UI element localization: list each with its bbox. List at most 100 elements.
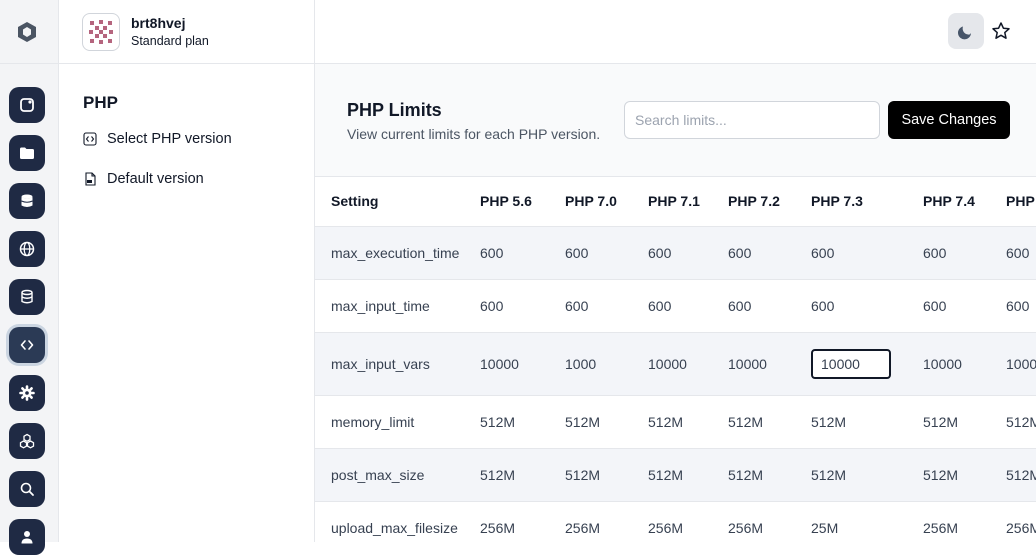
table-cell[interactable]: 512M [1006, 448, 1036, 502]
table-cell[interactable]: 512M [923, 395, 1006, 449]
storage-icon [21, 289, 33, 304]
page-header: PHP Limits View current limits for each … [315, 64, 1036, 177]
table-cell[interactable]: 600 [648, 226, 728, 280]
table-row: max_execution_time 600 600 600 600 600 6… [315, 226, 1036, 280]
table-cell[interactable]: 512M [923, 448, 1006, 502]
rail-files-button[interactable] [9, 135, 45, 171]
account-plan: Standard plan [131, 34, 209, 48]
table-cell[interactable]: 600 [728, 226, 811, 280]
table-cell[interactable]: 600 [480, 226, 565, 280]
table-cell-editing[interactable]: 10000 [811, 332, 923, 396]
page-title: PHP Limits [347, 100, 442, 120]
table-cell[interactable]: 10000 [1006, 332, 1036, 396]
table-cell[interactable]: 600 [923, 226, 1006, 280]
user-icon [21, 531, 33, 544]
top-bar [315, 0, 1036, 64]
table-cell[interactable]: 256M [1006, 501, 1036, 542]
table-cell[interactable]: 600 [565, 226, 648, 280]
globe-icon [19, 241, 35, 257]
rail-dashboard-button[interactable] [9, 87, 45, 123]
sidebar-item-select-php-version[interactable]: Select PHP version [83, 131, 232, 147]
table-row: post_max_size 512M 512M 512M 512M 512M 5… [315, 448, 1036, 502]
favorite-button[interactable] [990, 20, 1012, 42]
column-header: PHP 5.6 [480, 177, 565, 227]
gear-icon [19, 385, 35, 401]
table-cell[interactable]: 256M [565, 501, 648, 542]
table-cell[interactable]: 512M [648, 395, 728, 449]
star-icon [992, 22, 1010, 39]
column-header: PHP 7.1 [648, 177, 728, 227]
table-cell[interactable]: 512M [728, 395, 811, 449]
table-cell[interactable]: 512M [480, 448, 565, 502]
table-cell[interactable]: 512M [728, 448, 811, 502]
table-cell[interactable]: 600 [811, 279, 923, 333]
cell-edit-input[interactable]: 10000 [811, 348, 891, 379]
table-cell[interactable]: 600 [565, 279, 648, 333]
column-header: PHP 7.0 [565, 177, 648, 227]
table-cell[interactable]: 512M [1006, 395, 1036, 449]
rail-settings-button[interactable] [9, 375, 45, 411]
table-cell[interactable]: 10000 [648, 332, 728, 396]
table-cell[interactable]: 10000 [480, 332, 565, 396]
rail-search-button[interactable] [9, 471, 45, 507]
sidebar-item-label: Default version [107, 171, 204, 187]
search-input[interactable] [624, 101, 880, 139]
table-cell[interactable]: 256M [923, 501, 1006, 542]
dashboard-icon [20, 98, 34, 112]
table-cell[interactable]: 256M [728, 501, 811, 542]
table-cell[interactable]: 600 [1006, 226, 1036, 280]
table-cell[interactable]: 10000 [923, 332, 1006, 396]
table-row: max_input_time 600 600 600 600 600 600 6… [315, 279, 1036, 333]
rail-apps-button[interactable] [9, 423, 45, 459]
table-cell[interactable]: 512M [811, 448, 923, 502]
rail-database-button[interactable] [9, 183, 45, 219]
rail-storage-button[interactable] [9, 279, 45, 315]
table-cell[interactable]: 256M [480, 501, 565, 542]
account-pattern-icon [89, 20, 113, 44]
table-cell[interactable]: 512M [811, 395, 923, 449]
avatar [82, 13, 120, 51]
sidebar-title: PHP [83, 93, 118, 112]
table-cell[interactable]: 512M [565, 448, 648, 502]
column-header: PHP 7.2 [728, 177, 811, 227]
php-file-icon [85, 172, 96, 186]
section-sidebar: brt8hvej Standard plan PHP Select PHP ve… [59, 0, 315, 542]
table-cell[interactable]: 600 [811, 226, 923, 280]
table-header-row: Setting PHP 5.6 PHP 7.0 PHP 7.1 PHP 7.2 … [315, 177, 1036, 227]
table-cell[interactable]: 256M [648, 501, 728, 542]
account-name: brt8hvej [131, 15, 186, 31]
column-header: PHP 8.0 [1006, 177, 1036, 227]
folder-icon [20, 147, 34, 159]
table-row: memory_limit 512M 512M 512M 512M 512M 51… [315, 395, 1036, 449]
column-header: PHP 7.4 [923, 177, 1006, 227]
rail-user-button[interactable] [9, 519, 45, 555]
logo-icon [18, 22, 36, 42]
limits-table: Setting PHP 5.6 PHP 7.0 PHP 7.1 PHP 7.2 … [315, 177, 1036, 542]
account-header[interactable]: brt8hvej Standard plan [59, 0, 314, 64]
sidebar-item-default-version[interactable]: Default version [83, 171, 204, 187]
table-cell[interactable]: 25M [811, 501, 923, 542]
save-changes-button[interactable]: Save Changes [888, 101, 1010, 139]
column-header: PHP 7.3 [811, 177, 923, 227]
rail-php-button[interactable] [9, 327, 45, 363]
table-cell[interactable]: 600 [728, 279, 811, 333]
setting-name: upload_max_filesize [315, 501, 480, 542]
setting-name: post_max_size [315, 448, 480, 502]
apps-icon [19, 433, 35, 449]
sidebar-item-label: Select PHP version [107, 131, 232, 147]
theme-toggle-button[interactable] [948, 13, 984, 49]
column-header: Setting [315, 177, 480, 227]
setting-name: max_input_vars [315, 332, 480, 396]
search-icon [20, 482, 34, 496]
table-cell[interactable]: 512M [565, 395, 648, 449]
table-row: upload_max_filesize 256M 256M 256M 256M … [315, 501, 1036, 542]
table-cell[interactable]: 600 [648, 279, 728, 333]
rail-domains-button[interactable] [9, 231, 45, 267]
table-cell[interactable]: 512M [480, 395, 565, 449]
table-cell[interactable]: 600 [923, 279, 1006, 333]
table-cell[interactable]: 600 [1006, 279, 1036, 333]
table-cell[interactable]: 10000 [728, 332, 811, 396]
table-cell[interactable]: 512M [648, 448, 728, 502]
table-cell[interactable]: 600 [480, 279, 565, 333]
table-cell[interactable]: 1000 [565, 332, 648, 396]
